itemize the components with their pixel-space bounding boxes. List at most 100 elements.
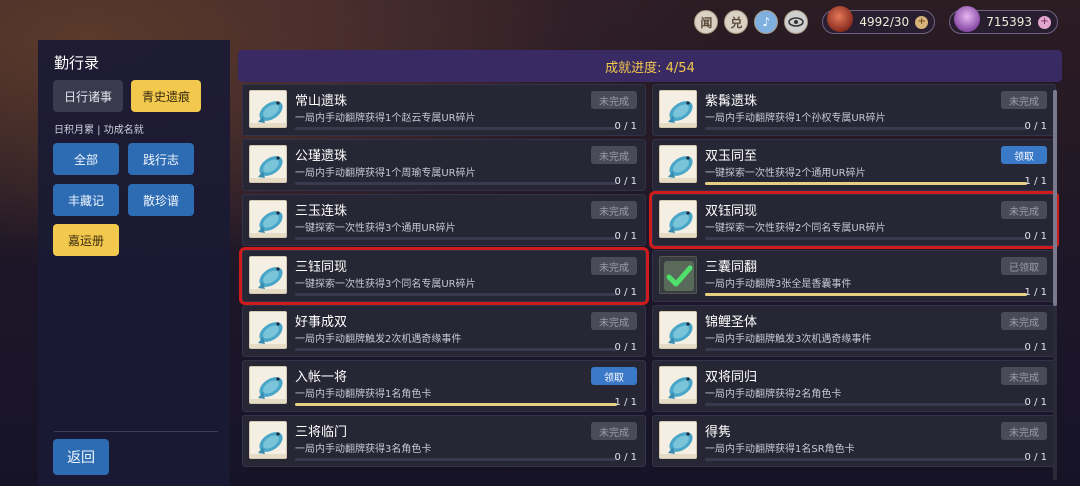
status-badge: 已领取 — [1001, 257, 1047, 275]
achievement-desc: 一局内手动翻牌获得2名角色卡 — [705, 389, 842, 400]
status-badge: 未完成 — [591, 257, 637, 275]
achievement-title: 三将临门 — [295, 425, 348, 440]
progress-track — [295, 237, 617, 240]
progress-track — [705, 237, 1027, 240]
eye-glyph — [788, 17, 805, 27]
filter-fengcangji[interactable]: 丰藏记 — [53, 184, 119, 216]
sidebar: 勤行录 日行诸事 青史遗痕 日积月累 | 功成名就 全部 践行志 丰藏记 散珍谱… — [38, 40, 230, 486]
achievement-title: 三玉连珠 — [295, 204, 348, 219]
fish-icon — [249, 311, 287, 349]
achievement-card[interactable]: 三囊同翻 一局内手动翻牌3张全是香囊事件 已领取 1 / 1 — [652, 250, 1056, 302]
status-badge: 未完成 — [1001, 201, 1047, 219]
gem-bag-icon — [954, 6, 981, 32]
progress-track — [705, 127, 1027, 130]
achievement-list: 常山遗珠 一局内手动翻牌获得1个赵云专属UR碎片 未完成 0 / 1 公瑾遗珠 一局内手动… — [238, 84, 1062, 486]
achievement-desc: 一局内手动翻牌触发2次机遇奇缘事件 — [295, 334, 462, 345]
filter-all[interactable]: 全部 — [53, 143, 119, 175]
progress-fill — [705, 182, 1027, 185]
achievement-card[interactable]: 常山遗珠 一局内手动翻牌获得1个赵云专属UR碎片 未完成 0 / 1 — [242, 84, 646, 136]
progress-track — [705, 348, 1027, 351]
progress-count: 0 / 1 — [1024, 452, 1047, 463]
status-badge: 未完成 — [591, 91, 637, 109]
fish-icon — [659, 366, 697, 404]
fish-icon — [249, 421, 287, 459]
achievement-title: 双将同归 — [705, 370, 758, 385]
pouch-icon — [827, 6, 854, 32]
progress-track — [295, 348, 617, 351]
achievement-desc: 一键探索一次性获得3个通用UR碎片 — [295, 223, 456, 234]
achievement-title: 常山遗珠 — [295, 94, 348, 109]
scrollbar[interactable] — [1053, 90, 1057, 480]
progress-track — [705, 293, 1027, 296]
claim-button[interactable]: 领取 — [591, 367, 637, 385]
progress-count: 0 / 1 — [614, 287, 637, 298]
progress-count: 0 / 1 — [614, 231, 637, 242]
filter-jiayunce[interactable]: 嘉运册 — [53, 224, 119, 256]
status-badge: 未完成 — [591, 201, 637, 219]
status-badge: 未完成 — [591, 146, 637, 164]
add-gems-button[interactable]: + — [1038, 15, 1051, 29]
achievement-desc: 一局内手动翻牌获得1个赵云专属UR碎片 — [295, 113, 476, 124]
achievement-desc: 一键探索一次性获得3个同名专属UR碎片 — [295, 279, 476, 290]
achievement-progress-header: 成就进度: 4/54 — [238, 50, 1062, 82]
achievement-title: 好事成双 — [295, 315, 348, 330]
progress-track — [295, 127, 617, 130]
achievement-card[interactable]: 公瑾遗珠 一局内手动翻牌获得1个周瑜专属UR碎片 未完成 0 / 1 — [242, 139, 646, 191]
fish-icon — [249, 90, 287, 128]
add-stamina-button[interactable]: + — [915, 15, 929, 29]
achievement-card[interactable]: 好事成双 一局内手动翻牌触发2次机遇奇缘事件 未完成 0 / 1 — [242, 305, 646, 357]
achievement-card[interactable]: 双钰同现 一键探索一次性获得2个同名专属UR碎片 未完成 0 / 1 — [652, 194, 1056, 246]
currency-gems: 715393 + — [949, 6, 1058, 34]
achievement-card[interactable]: 得隽 一局内手动翻牌获得1名SR角色卡 未完成 0 / 1 — [652, 415, 1056, 467]
progress-count: 1 / 1 — [614, 397, 637, 408]
tab-daily[interactable]: 日行诸事 — [53, 80, 123, 112]
progress-track — [705, 403, 1027, 406]
scrollbar-thumb[interactable] — [1053, 90, 1057, 306]
achievement-card[interactable]: 双将同归 一局内手动翻牌获得2名角色卡 未完成 0 / 1 — [652, 360, 1056, 412]
fish-icon — [249, 145, 287, 183]
eye-icon[interactable] — [784, 10, 809, 34]
stamina-value: 4992/30 — [859, 15, 910, 29]
achievement-desc: 一局内手动翻牌获得1名SR角色卡 — [705, 444, 855, 455]
progress-fill — [705, 293, 1027, 296]
back-button[interactable]: 返回 — [53, 439, 109, 475]
progress-count: 0 / 1 — [614, 176, 637, 187]
progress-track — [705, 182, 1027, 185]
fish-icon — [659, 311, 697, 349]
filter-jianxingzhi[interactable]: 践行志 — [128, 143, 194, 175]
filter-sanzhenpu[interactable]: 散珍谱 — [128, 184, 194, 216]
music-icon[interactable]: ♪ — [754, 10, 779, 34]
wen-icon[interactable]: 闻 — [694, 10, 719, 34]
achievement-panel: 成就进度: 4/54 常山遗珠 一局内手动翻牌获得1个赵云专属UR碎片 未完成 0 /… — [238, 50, 1062, 486]
achievement-title: 公瑾遗珠 — [295, 149, 348, 164]
achievement-card[interactable]: 入帐一将 一局内手动翻牌获得1名角色卡 领取 1 / 1 — [242, 360, 646, 412]
sidebar-title: 勤行录 — [54, 54, 100, 72]
progress-count: 0 / 1 — [1024, 342, 1047, 353]
gem-value: 715393 — [986, 15, 1032, 29]
progress-count: 0 / 1 — [1024, 231, 1047, 242]
achievement-card[interactable]: 三钰同现 一键探索一次性获得3个同名专属UR碎片 未完成 0 / 1 — [242, 250, 646, 302]
achievement-desc: 一局内手动翻牌3张全是香囊事件 — [705, 279, 852, 290]
tab-history[interactable]: 青史遗痕 — [131, 80, 201, 112]
achievement-desc: 一键探索一次性获得2个同名专属UR碎片 — [705, 223, 886, 234]
achievement-desc: 一局内手动翻牌触发3次机遇奇缘事件 — [705, 334, 872, 345]
achievement-card[interactable]: 紫髯遗珠 一局内手动翻牌获得1个孙权专属UR碎片 未完成 0 / 1 — [652, 84, 1056, 136]
progress-count: 0 / 1 — [1024, 397, 1047, 408]
progress-track — [295, 458, 617, 461]
dui-icon[interactable]: 兑 — [724, 10, 749, 34]
claim-button[interactable]: 领取 — [1001, 146, 1047, 164]
sidebar-divider — [54, 431, 218, 432]
checkmark-icon — [659, 256, 697, 294]
achievement-card[interactable]: 三玉连珠一键探索一次性获得3个通用UR碎片 未完成 0 / 1 — [242, 194, 646, 246]
status-badge: 未完成 — [1001, 312, 1047, 330]
progress-fill — [295, 403, 617, 406]
achievement-desc: 一局内手动翻牌获得1个孙权专属UR碎片 — [705, 113, 886, 124]
achievement-title: 入帐一将 — [295, 370, 348, 385]
progress-track — [705, 458, 1027, 461]
top-bar: 闻 兑 ♪ 4992/30 + 715393 + — [694, 6, 1058, 36]
achievement-card[interactable]: 双玉同至 一键探索一次性获得2个通用UR碎片 领取 1 / 1 — [652, 139, 1056, 191]
progress-track — [295, 182, 617, 185]
progress-count: 1 / 1 — [1024, 176, 1047, 187]
achievement-card[interactable]: 三将临门 一局内手动翻牌获得3名角色卡 未完成 0 / 1 — [242, 415, 646, 467]
achievement-card[interactable]: 锦鲤圣体 一局内手动翻牌触发3次机遇奇缘事件 未完成 0 / 1 — [652, 305, 1056, 357]
